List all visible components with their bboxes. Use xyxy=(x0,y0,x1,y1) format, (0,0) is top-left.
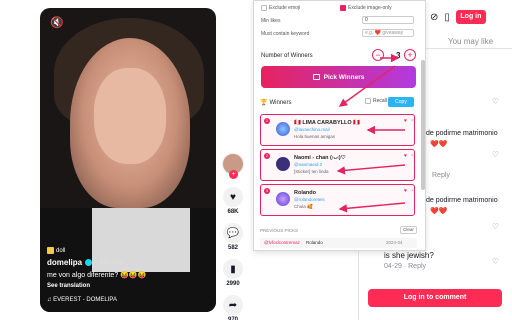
winner-avatar xyxy=(276,192,290,206)
video-username[interactable]: domelipa · 16h ago xyxy=(47,258,125,267)
phone-icon[interactable]: ▯ xyxy=(444,12,450,23)
compass-icon[interactable]: ⊘ xyxy=(430,12,438,23)
recall-toggle[interactable]: Recall xyxy=(365,98,387,104)
comment-emoji: ❤️❤️ xyxy=(430,208,448,215)
login-comment-label: Log in to comment xyxy=(403,294,467,301)
close-icon[interactable]: × xyxy=(411,153,414,159)
comment-heart-icon[interactable]: ♡ xyxy=(492,97,499,106)
exclude-emoji-checkbox[interactable] xyxy=(261,5,267,11)
verified-icon xyxy=(85,259,93,266)
popup-scrollbar[interactable] xyxy=(421,60,425,190)
comment-heart-icon[interactable]: ♡ xyxy=(492,222,499,231)
comment-icon[interactable]: 💬 xyxy=(223,223,243,243)
comment-emoji: ❤️❤️ xyxy=(430,141,448,148)
video-face xyxy=(94,68,166,164)
close-icon[interactable]: × xyxy=(411,188,414,194)
must-contain-input[interactable]: e.g. ❤️ giveaway xyxy=(362,29,414,37)
ticket-icon xyxy=(312,74,320,80)
comment-text: de podirme matrimonio xyxy=(426,130,498,137)
min-likes-input[interactable]: 0 xyxy=(362,16,414,24)
exclude-image-option[interactable]: Exclude image-only xyxy=(340,5,392,11)
mute-icon[interactable]: 🔇 xyxy=(50,16,64,29)
like-action[interactable]: ♥ 68K xyxy=(219,187,247,215)
badge-icon xyxy=(47,247,54,254)
video-badge: doll xyxy=(47,247,65,254)
winner-avatar xyxy=(276,122,290,136)
bookmark-icon[interactable]: ▮ xyxy=(223,259,243,279)
winner-card[interactable]: 2 Naomi - chan (›ᴗ‹)♡ @naomaeid.2 [Stick… xyxy=(260,149,415,181)
winner-picker-popup: Exclude emoji Exclude image-only Min lik… xyxy=(253,0,426,251)
winners-count-label: Number of Winners xyxy=(261,53,313,59)
save-action[interactable]: ▮ 2990 xyxy=(219,259,247,287)
see-translation-link[interactable]: See translation xyxy=(47,283,90,289)
share-action[interactable]: ➦ 970 xyxy=(219,295,247,320)
winners-count-value: 3 xyxy=(396,51,401,60)
previous-pick-row[interactable]: @lvfoxlcontremaz Rolando 2024-04 xyxy=(260,238,417,248)
heart-icon: ♥ xyxy=(404,188,407,194)
previous-picks-heading: PREVIOUS PICKS xyxy=(260,228,299,233)
heart-icon: ♥ xyxy=(404,153,407,159)
comment-heart-icon[interactable]: ♡ xyxy=(492,257,499,266)
comment-action[interactable]: 💬 582 xyxy=(219,223,247,251)
action-column: + ♥ 68K 💬 582 ▮ 2990 ➦ 970 xyxy=(219,153,247,320)
pick-winners-button[interactable]: Pick Winners xyxy=(261,66,416,88)
winner-card[interactable]: 3 Rolando @rolandoreteis Chula 🥰 ♥ × xyxy=(260,184,415,216)
top-right-bar: ⊘ ▯ Log in xyxy=(430,10,486,24)
comment-text: de podirme matrimonio xyxy=(426,197,498,204)
decrease-winners-button[interactable]: − xyxy=(372,49,384,61)
share-icon[interactable]: ➦ xyxy=(223,295,243,315)
tiktok-page: 🔇 doll domelipa · 16h ago me von algo dif… xyxy=(0,0,512,320)
must-contain-label: Must contain keyword xyxy=(261,31,310,37)
comment-meta[interactable]: 04-29 · Reply xyxy=(384,263,426,270)
heart-icon: ♥ xyxy=(404,118,407,124)
exclude-image-checkbox[interactable] xyxy=(340,5,346,11)
close-icon[interactable]: × xyxy=(411,118,414,124)
exclude-emoji-option[interactable]: Exclude emoji xyxy=(261,5,300,11)
reply-link[interactable]: Reply xyxy=(432,172,450,179)
recall-checkbox[interactable] xyxy=(365,98,371,104)
comment-heart-icon[interactable]: ♡ xyxy=(492,150,499,159)
video-music[interactable]: ♫ EVEREST - DOMELIPA xyxy=(47,297,117,303)
comment-text: is she jewish? xyxy=(384,251,434,260)
follow-plus-icon[interactable]: + xyxy=(229,170,238,179)
login-to-comment-button[interactable]: Log in to comment xyxy=(368,289,502,307)
login-button[interactable]: Log in xyxy=(455,10,486,24)
tab-you-may-like[interactable]: You may like xyxy=(448,37,493,46)
creator-avatar[interactable]: + xyxy=(222,153,244,179)
trophy-icon: 🏆 xyxy=(260,100,268,106)
heart-icon[interactable]: ♥ xyxy=(223,187,243,207)
increase-winners-button[interactable]: + xyxy=(404,49,416,61)
copy-button[interactable]: Copy xyxy=(388,97,414,107)
winner-card[interactable]: 1 🇵🇪 LIMA CARABYLLO 🇵🇪 @lavaechino.mail … xyxy=(260,114,415,146)
winner-avatar xyxy=(276,157,290,171)
video-caption: me von algo diferente? 😝😝😝 xyxy=(47,272,147,279)
clear-button[interactable]: Clear xyxy=(400,226,417,234)
min-likes-label: Min likes xyxy=(261,18,281,24)
winners-heading: 🏆 Winners xyxy=(260,99,292,107)
